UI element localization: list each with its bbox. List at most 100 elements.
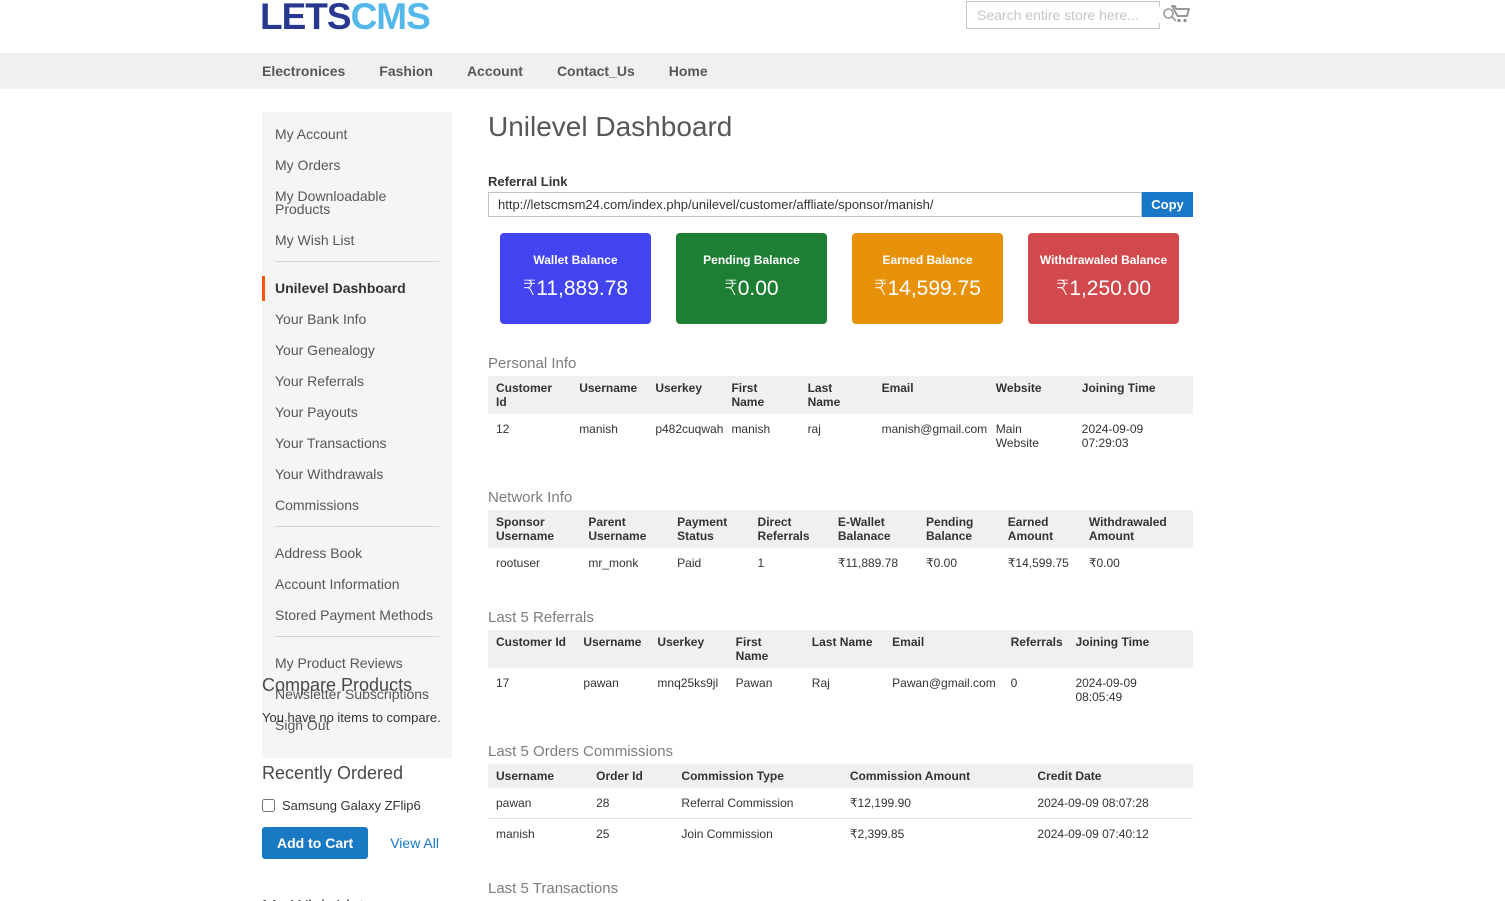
- table-header-cell: E-Wallet Balanace: [830, 510, 918, 548]
- table-cell: mnq25ks9jl: [649, 668, 727, 712]
- table-cell: 1: [750, 548, 830, 578]
- section-personal-info: Personal InfoCustomer IdUsernameUserkeyF…: [488, 355, 1193, 458]
- table-header-cell: Direct Referrals: [750, 510, 830, 548]
- table-header-cell: Payment Status: [669, 510, 749, 548]
- nav-item-home[interactable]: Home: [669, 63, 708, 79]
- sidebar-item-my-account[interactable]: My Account: [262, 122, 452, 147]
- table-cell: manish@gmail.com: [874, 414, 988, 458]
- data-table: Customer IdUsernameUserkeyFirst NameLast…: [488, 630, 1193, 712]
- recently-ordered-product-label: Samsung Galaxy ZFlip6: [282, 798, 421, 813]
- balance-card-earned-balance: Earned Balance₹14,599.75: [852, 233, 1003, 324]
- nav-item-fashion[interactable]: Fashion: [379, 63, 433, 79]
- table-header-cell: Joining Time: [1074, 376, 1193, 414]
- sidebar-item-commissions[interactable]: Commissions: [262, 493, 452, 518]
- table-header-cell: Userkey: [647, 376, 723, 414]
- view-all-link[interactable]: View All: [390, 835, 439, 851]
- table-cell: ₹0.00: [918, 548, 1000, 578]
- sidebar-item-account-information[interactable]: Account Information: [262, 572, 452, 597]
- recently-ordered-item: Samsung Galaxy ZFlip6: [262, 798, 457, 813]
- wishlist-title: My Wish List: [262, 897, 457, 901]
- table-header-cell: Parent Username: [580, 510, 669, 548]
- copy-button[interactable]: Copy: [1142, 192, 1193, 217]
- table-cell: Raj: [804, 668, 884, 712]
- table-cell: 2024-09-09 07:29:03: [1074, 414, 1193, 458]
- sidebar-item-my-wish-list[interactable]: My Wish List: [262, 228, 452, 253]
- table-cell: ₹11,889.78: [830, 548, 918, 578]
- sidebar-item-your-genealogy[interactable]: Your Genealogy: [262, 338, 452, 363]
- table-header-cell: Email: [884, 630, 1002, 668]
- search-input[interactable]: [967, 7, 1162, 23]
- page: LETSCMS Electronices Fashion Account Contac…: [0, 0, 1505, 901]
- table-cell: 12: [488, 414, 571, 458]
- table-cell: manish: [488, 819, 588, 850]
- sidebar-item-unilevel-dashboard[interactable]: Unilevel Dashboard: [262, 276, 452, 301]
- sidebar-item-your-transactions[interactable]: Your Transactions: [262, 431, 452, 456]
- table-cell: pawan: [575, 668, 649, 712]
- sidebar-item-your-payouts[interactable]: Your Payouts: [262, 400, 452, 425]
- table-header-cell: Email: [874, 376, 988, 414]
- table-header-cell: Customer Id: [488, 376, 571, 414]
- balance-card-pending-balance: Pending Balance₹0.00: [676, 233, 827, 324]
- nav-item-contact_us[interactable]: Contact_Us: [557, 63, 635, 79]
- table-cell: manish: [723, 414, 799, 458]
- sidebar-item-stored-payment-methods[interactable]: Stored Payment Methods: [262, 603, 452, 628]
- data-table: Customer IdUsernameUserkeyFirst NameLast…: [488, 376, 1193, 458]
- table-row: 12manishp482cuqwahmanishrajmanish@gmail.…: [488, 414, 1193, 458]
- sidebar-item-your-withdrawals[interactable]: Your Withdrawals: [262, 462, 452, 487]
- section-title: Network Info: [488, 489, 1193, 506]
- sidebar-widgets: Compare Products You have no items to co…: [262, 675, 457, 901]
- main-nav: Electronices Fashion Account Contact_Us Home: [0, 53, 1505, 89]
- table-cell: Pawan: [728, 668, 804, 712]
- sidebar-divider: [275, 526, 439, 527]
- logo-part-lets: LETS: [260, 0, 351, 37]
- referral-link-input[interactable]: [488, 192, 1142, 217]
- table-header-cell: First Name: [723, 376, 799, 414]
- sidebar-item-my-orders[interactable]: My Orders: [262, 153, 452, 178]
- table-cell: raj: [800, 414, 874, 458]
- nav-item-account[interactable]: Account: [467, 63, 523, 79]
- table-header-cell: Commission Type: [673, 764, 841, 788]
- balance-cards: Wallet Balance ₹11,889.78 Pending Balance₹…: [500, 233, 1193, 324]
- sidebar-item-my-downloadable-products[interactable]: My Downloadable Products: [262, 184, 452, 222]
- table-header-cell: Referrals: [1003, 630, 1068, 668]
- sections: Personal InfoCustomer IdUsernameUserkeyF…: [488, 355, 1193, 901]
- table-header-cell: Customer Id: [488, 630, 575, 668]
- sidebar-item-address-book[interactable]: Address Book: [262, 541, 452, 566]
- nav-item-electronices[interactable]: Electronices: [262, 63, 345, 79]
- wishlist-widget: My Wish List You have no items in your w…: [262, 897, 457, 901]
- section-title: Last 5 Orders Commissions: [488, 743, 1193, 760]
- sidebar-item-your-referrals[interactable]: Your Referrals: [262, 369, 452, 394]
- card-label: Withdrawaled Balance: [1028, 253, 1179, 267]
- recently-ordered-checkbox[interactable]: [262, 799, 275, 812]
- table-header-cell: Commission Amount: [842, 764, 1030, 788]
- card-value: ₹14,599.75: [852, 276, 1003, 301]
- table-header-cell: Username: [488, 764, 588, 788]
- data-table: Sponsor UsernameParent UsernamePayment S…: [488, 510, 1193, 578]
- sidebar-item-my-product-reviews[interactable]: My Product Reviews: [262, 651, 452, 676]
- table-header-cell: Withdrawaled Amount: [1081, 510, 1193, 548]
- table-cell: Referral Commission: [673, 788, 841, 819]
- table-cell: rootuser: [488, 548, 580, 578]
- referral-link-label: Referral Link: [488, 174, 1193, 189]
- logo-part-cms: CMS: [351, 0, 430, 37]
- card-value: ₹1,250.00: [1028, 276, 1179, 301]
- card-label: Wallet Balance: [500, 253, 651, 267]
- section-last-5-referrals: Last 5 ReferralsCustomer IdUsernameUserk…: [488, 609, 1193, 712]
- table-header-cell: Sponsor Username: [488, 510, 580, 548]
- table-row: 17pawanmnq25ks9jlPawanRajPawan@gmail.com…: [488, 668, 1193, 712]
- section-title: Last 5 Transactions: [488, 880, 1193, 897]
- sidebar-divider: [275, 261, 439, 262]
- table-header-cell: First Name: [728, 630, 804, 668]
- table-cell: Main Website: [988, 414, 1074, 458]
- cart-icon[interactable]: [1168, 2, 1194, 28]
- card-value: ₹11,889.78: [500, 276, 651, 301]
- table-cell: ₹14,599.75: [1000, 548, 1081, 578]
- referral-link-row: Copy: [488, 192, 1193, 217]
- table-cell: 17: [488, 668, 575, 712]
- balance-card-withdrawaled-balance: Withdrawaled Balance ₹1,250.00: [1028, 233, 1179, 324]
- compare-products-widget: Compare Products You have no items to co…: [262, 675, 457, 725]
- section-last-5-orders-commissions: Last 5 Orders CommissionsUsernameOrder I…: [488, 743, 1193, 849]
- balance-card-wallet-balance: Wallet Balance ₹11,889.78: [500, 233, 651, 324]
- add-to-cart-button[interactable]: Add to Cart: [262, 827, 368, 859]
- sidebar-item-your-bank-info[interactable]: Your Bank Info: [262, 307, 452, 332]
